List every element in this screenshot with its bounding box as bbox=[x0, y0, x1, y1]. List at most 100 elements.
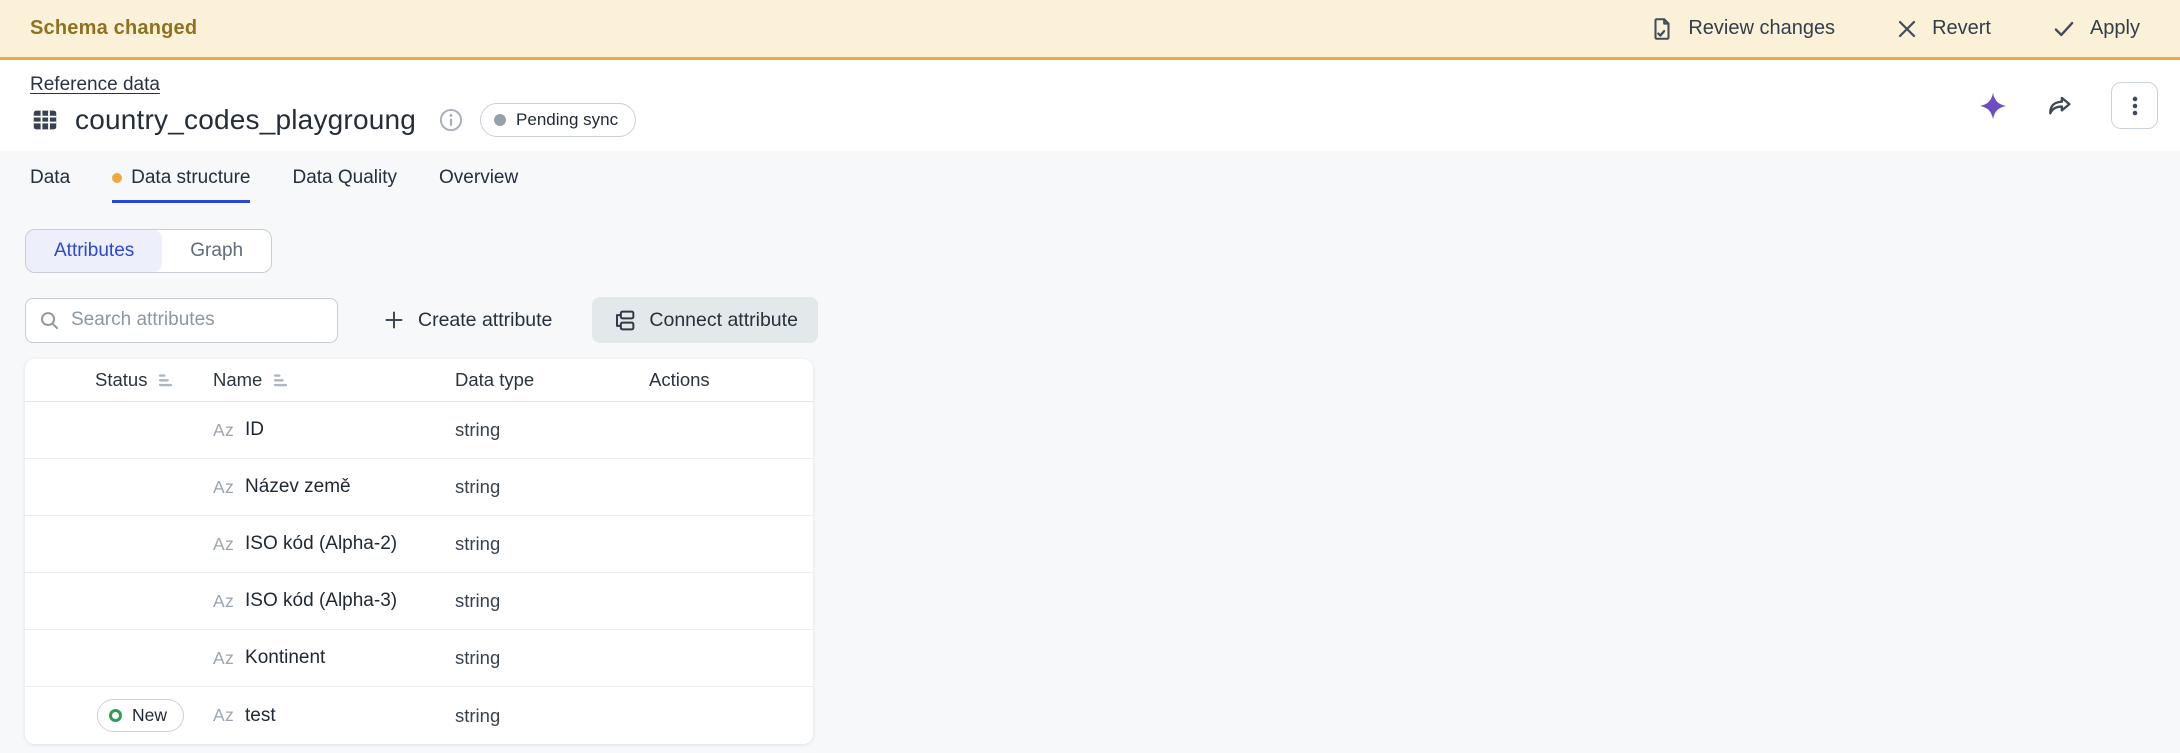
type-cell: string bbox=[455, 705, 649, 727]
sort-icon[interactable] bbox=[271, 371, 290, 390]
string-type-az-icon: Az bbox=[213, 476, 235, 497]
name-cell[interactable]: Az ID bbox=[213, 419, 455, 441]
review-changes-label: Review changes bbox=[1688, 17, 1836, 39]
tab-overview-label: Overview bbox=[439, 167, 519, 188]
title-row: country_codes_playgroung Pending sync bbox=[30, 103, 637, 137]
connect-attribute-label: Connect attribute bbox=[649, 308, 798, 331]
column-header-name[interactable]: Name bbox=[213, 369, 455, 391]
kebab-menu-button[interactable] bbox=[2111, 82, 2158, 129]
table-row[interactable]: Az Název země string bbox=[25, 459, 813, 516]
status-badge-label: Pending sync bbox=[516, 110, 619, 129]
page-title: country_codes_playgroung bbox=[75, 104, 417, 135]
tab-data-quality[interactable]: Data Quality bbox=[292, 167, 397, 203]
table-row[interactable]: New Az test string bbox=[25, 687, 813, 744]
tab-bar: Data Data structure Data Quality Overvie… bbox=[0, 151, 2180, 203]
tab-data-structure-label: Data structure bbox=[131, 167, 251, 188]
attribute-table-body: Az ID string Az Název země string Az ISO… bbox=[25, 402, 813, 744]
type-cell: string bbox=[455, 647, 649, 669]
ai-sparkle-icon bbox=[1977, 90, 2009, 122]
tab-data-quality-label: Data Quality bbox=[292, 167, 398, 188]
string-type-az-icon: Az bbox=[213, 419, 235, 440]
table-icon bbox=[30, 105, 60, 135]
review-changes-icon bbox=[1649, 16, 1675, 42]
status-cell: New bbox=[25, 699, 213, 732]
tab-data-structure[interactable]: Data structure bbox=[112, 167, 251, 203]
attribute-type: string bbox=[455, 647, 501, 668]
share-icon bbox=[2045, 91, 2075, 121]
connect-attribute-button[interactable]: Connect attribute bbox=[592, 297, 818, 343]
attribute-name: Kontinent bbox=[245, 647, 326, 668]
apply-button[interactable]: Apply bbox=[2051, 16, 2140, 42]
attribute-type: string bbox=[455, 476, 501, 497]
column-header-datatype: Data type bbox=[455, 369, 649, 391]
content-area: Attributes Graph Create attribute bbox=[0, 203, 2180, 744]
string-type-az-icon: Az bbox=[213, 533, 235, 554]
column-header-actions: Actions bbox=[649, 369, 813, 391]
view-toggle: Attributes Graph bbox=[25, 229, 273, 273]
status-badge-label: New bbox=[132, 705, 168, 725]
name-cell[interactable]: Az ISO kód (Alpha-3) bbox=[213, 590, 455, 612]
column-header-status-label: Status bbox=[95, 369, 148, 390]
x-icon bbox=[1895, 17, 1919, 41]
create-attribute-button[interactable]: Create attribute bbox=[382, 308, 552, 332]
name-cell[interactable]: Az ISO kód (Alpha-2) bbox=[213, 533, 455, 555]
review-changes-button[interactable]: Review changes bbox=[1649, 16, 1835, 42]
sort-icon[interactable] bbox=[156, 371, 175, 390]
table-row[interactable]: Az ID string bbox=[25, 402, 813, 459]
attribute-name: ID bbox=[245, 419, 265, 440]
info-icon[interactable] bbox=[438, 107, 464, 133]
type-cell: string bbox=[455, 476, 649, 498]
attribute-name: Název země bbox=[245, 476, 351, 497]
table-row[interactable]: Az ISO kód (Alpha-2) string bbox=[25, 516, 813, 573]
tab-overview[interactable]: Overview bbox=[439, 167, 518, 203]
toggle-attributes[interactable]: Attributes bbox=[26, 230, 163, 272]
change-dot-icon bbox=[112, 173, 123, 183]
pending-dot-icon bbox=[494, 114, 507, 126]
type-cell: string bbox=[455, 590, 649, 612]
column-header-datatype-label: Data type bbox=[455, 369, 535, 390]
name-cell[interactable]: Az Název země bbox=[213, 476, 455, 498]
toggle-graph[interactable]: Graph bbox=[162, 230, 272, 272]
column-header-actions-label: Actions bbox=[649, 369, 710, 390]
plus-icon bbox=[382, 308, 406, 332]
search-icon bbox=[38, 309, 61, 332]
type-cell: string bbox=[455, 419, 649, 441]
check-icon bbox=[2051, 16, 2077, 42]
attributes-table: Status Name Data type Actions Az ID stri… bbox=[25, 359, 813, 744]
string-type-az-icon: Az bbox=[213, 647, 235, 668]
page-header: Reference data country_codes_playgroung bbox=[0, 60, 2180, 151]
schema-changed-banner: Schema changed Review changes Revert App… bbox=[0, 0, 2180, 60]
attribute-type: string bbox=[455, 533, 501, 554]
name-cell[interactable]: Az Kontinent bbox=[213, 647, 455, 669]
apply-label: Apply bbox=[2089, 17, 2140, 39]
attribute-name: ISO kód (Alpha-2) bbox=[245, 533, 398, 554]
type-cell: string bbox=[455, 533, 649, 555]
attribute-name: test bbox=[245, 704, 276, 726]
banner-actions: Review changes Revert Apply bbox=[1649, 16, 2140, 42]
tab-data-label: Data bbox=[30, 167, 71, 188]
status-badge: New bbox=[97, 699, 185, 732]
string-type-az-icon: Az bbox=[213, 705, 235, 725]
new-status-icon bbox=[109, 709, 122, 722]
table-row[interactable]: Az Kontinent string bbox=[25, 630, 813, 687]
breadcrumb[interactable]: Reference data bbox=[30, 74, 160, 96]
attributes-toolbar: Create attribute Connect attribute bbox=[25, 297, 2180, 343]
revert-label: Revert bbox=[1932, 17, 1991, 39]
column-header-status[interactable]: Status bbox=[25, 369, 213, 391]
attribute-type: string bbox=[455, 419, 501, 440]
column-header-name-label: Name bbox=[213, 369, 263, 390]
search-box bbox=[25, 297, 338, 343]
ai-sparkle-button[interactable] bbox=[1977, 90, 2009, 122]
header-action-icons bbox=[1977, 82, 2158, 129]
name-cell[interactable]: Az test bbox=[213, 705, 455, 727]
search-input[interactable] bbox=[71, 309, 325, 331]
connect-icon bbox=[612, 308, 637, 333]
table-header-row: Status Name Data type Actions bbox=[25, 359, 813, 402]
attribute-name: ISO kód (Alpha-3) bbox=[245, 590, 398, 611]
tab-data[interactable]: Data bbox=[30, 167, 70, 203]
revert-button[interactable]: Revert bbox=[1895, 17, 1991, 41]
create-attribute-label: Create attribute bbox=[418, 308, 553, 331]
string-type-az-icon: Az bbox=[213, 590, 235, 611]
share-button[interactable] bbox=[2045, 91, 2075, 121]
table-row[interactable]: Az ISO kód (Alpha-3) string bbox=[25, 573, 813, 630]
